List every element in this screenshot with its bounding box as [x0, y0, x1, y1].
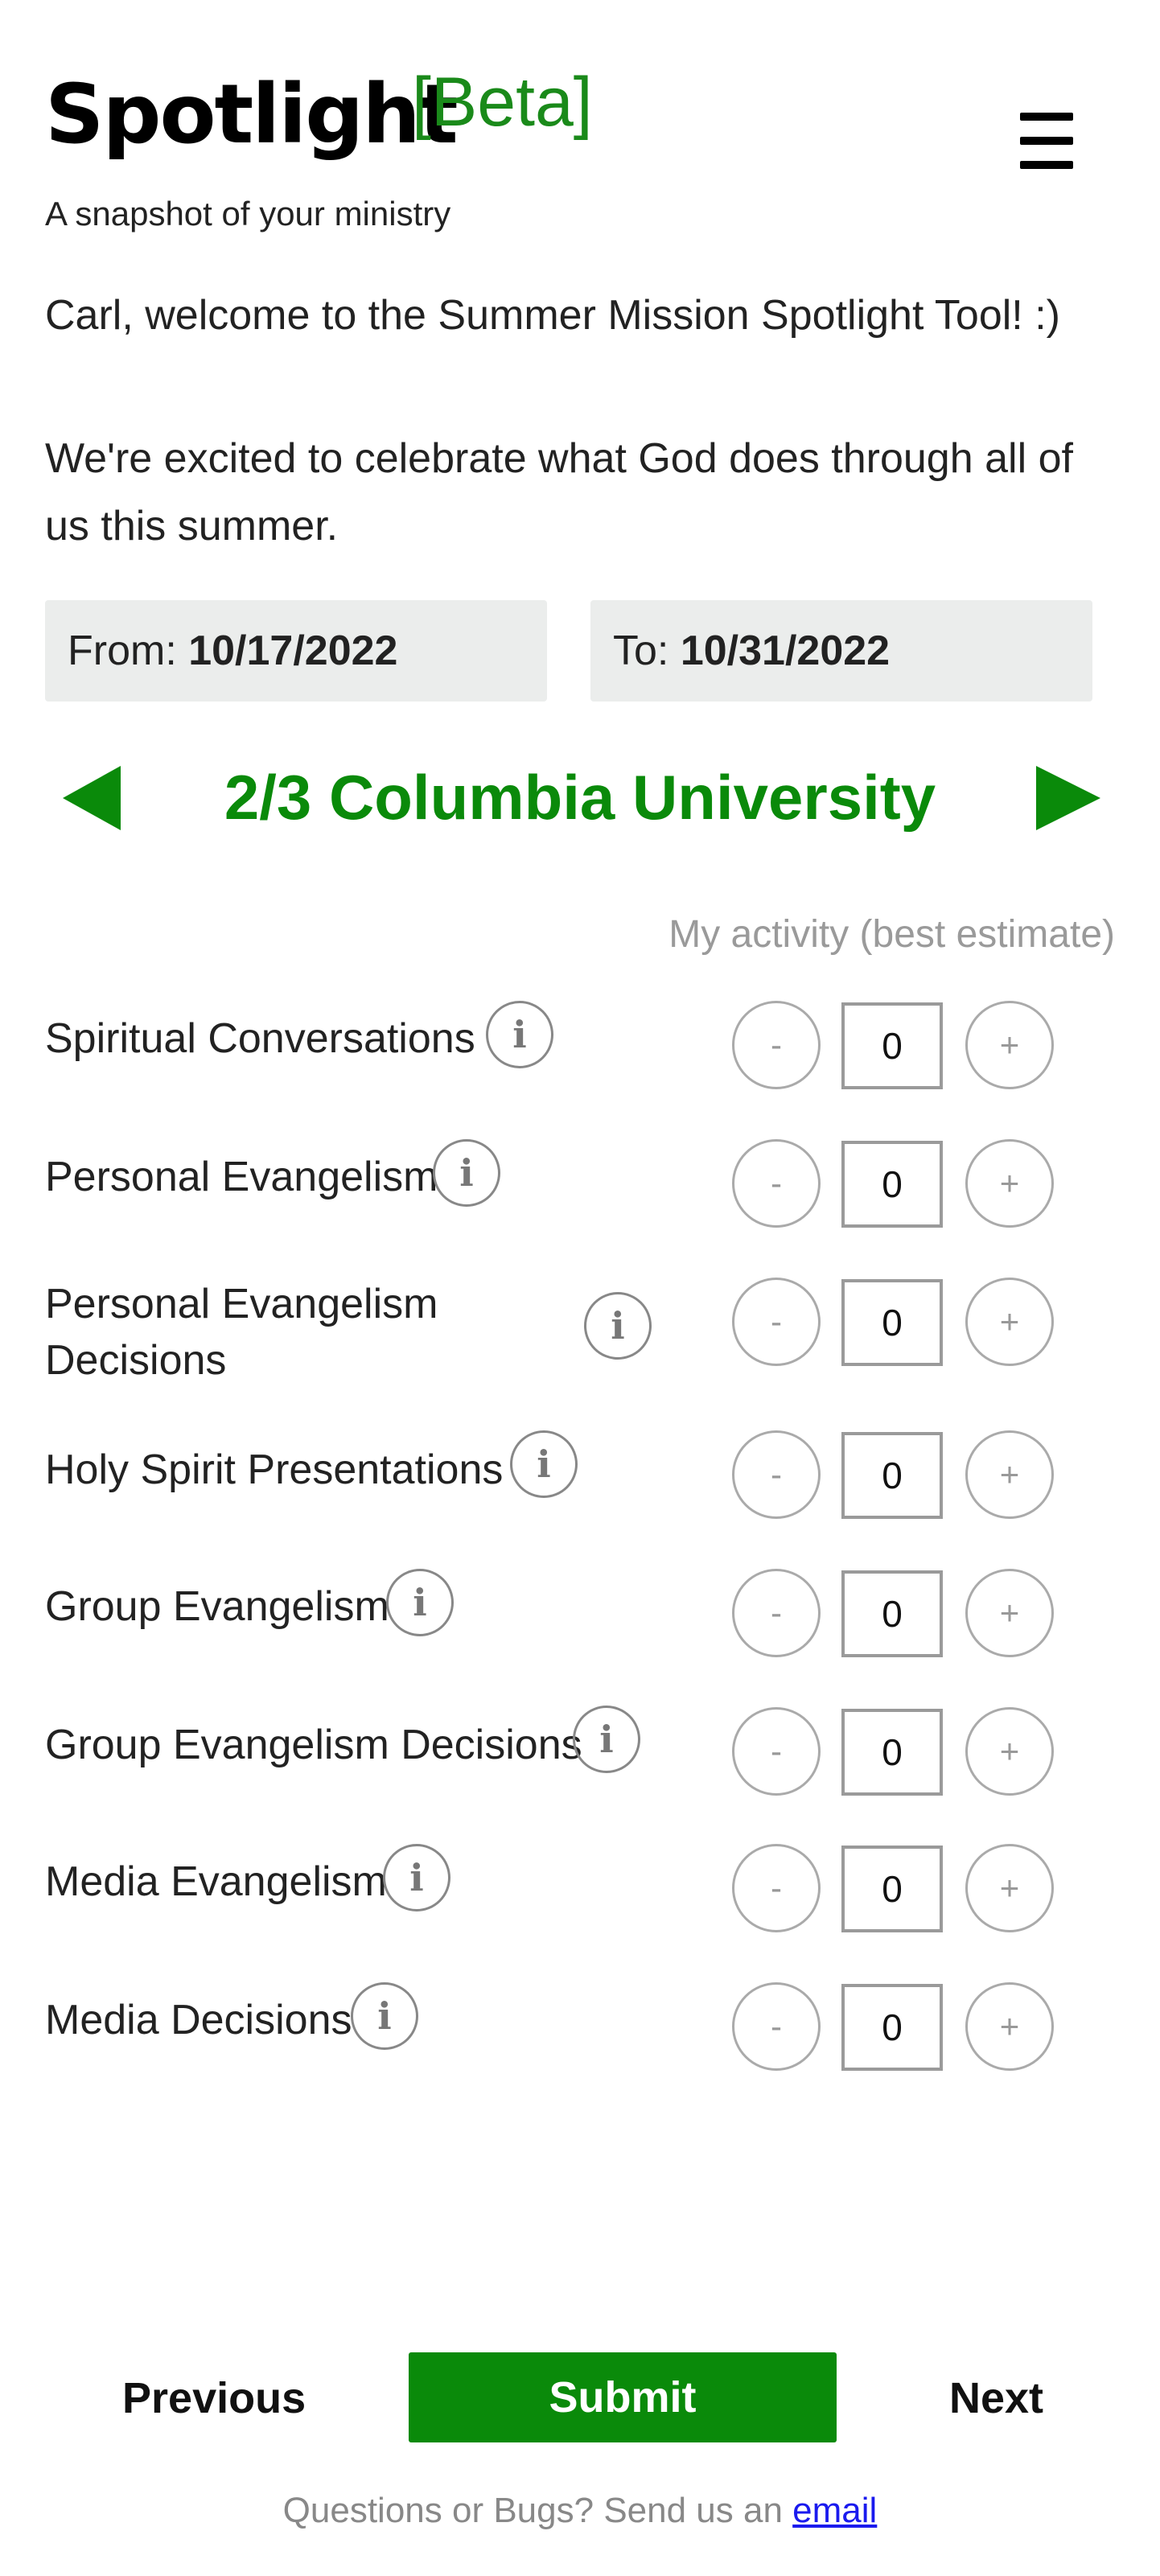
- decrement-button[interactable]: -: [732, 1982, 821, 2071]
- welcome-message: Carl, welcome to the Summer Mission Spot…: [45, 292, 1060, 339]
- intro-message: We're excited to celebrate what God does…: [45, 435, 1073, 549]
- count-input[interactable]: 0: [841, 1984, 943, 2071]
- footer-text: Questions or Bugs? Send us an: [282, 2491, 793, 2530]
- decrement-button[interactable]: -: [732, 1844, 821, 1932]
- info-icon[interactable]: i: [433, 1139, 500, 1207]
- to-date-value: 10/31/2022: [680, 628, 891, 674]
- metric-label: Group Evangelism Decisions: [45, 1722, 582, 1768]
- count-input[interactable]: 0: [841, 1709, 943, 1796]
- decrement-button[interactable]: -: [732, 1569, 821, 1657]
- activity-hint: My activity (best estimate): [668, 913, 1115, 956]
- count-input[interactable]: 0: [841, 1002, 943, 1089]
- increment-button[interactable]: +: [965, 1844, 1054, 1932]
- decrement-button[interactable]: -: [732, 1001, 821, 1089]
- decrement-button[interactable]: -: [732, 1139, 821, 1228]
- info-icon[interactable]: i: [510, 1430, 578, 1498]
- tagline: A snapshot of your ministry: [45, 195, 451, 232]
- from-date-value: 10/17/2022: [188, 628, 398, 674]
- metric-label: Media Decisions: [45, 1997, 352, 2043]
- info-icon[interactable]: i: [573, 1706, 640, 1773]
- increment-button[interactable]: +: [965, 1707, 1054, 1796]
- info-icon[interactable]: i: [351, 1982, 418, 2050]
- metric-label: Personal Evangelism: [45, 1154, 438, 1200]
- info-icon[interactable]: i: [584, 1292, 652, 1360]
- from-date-field[interactable]: From: 10/17/2022: [45, 600, 547, 702]
- email-link[interactable]: email: [792, 2491, 877, 2530]
- info-icon[interactable]: i: [386, 1569, 454, 1636]
- count-input[interactable]: 0: [841, 1432, 943, 1519]
- decrement-button[interactable]: -: [732, 1707, 821, 1796]
- info-icon[interactable]: i: [383, 1844, 450, 1911]
- count-input[interactable]: 0: [841, 1279, 943, 1366]
- count-input[interactable]: 0: [841, 1141, 943, 1228]
- metric-label: Group Evangelism: [45, 1583, 389, 1630]
- previous-button[interactable]: Previous: [122, 2373, 306, 2423]
- increment-button[interactable]: +: [965, 1139, 1054, 1228]
- from-date-label: From:: [68, 628, 177, 674]
- metric-label: Holy Spirit Presentations: [45, 1446, 504, 1493]
- brand-title: Spotlight: [45, 67, 459, 163]
- info-icon[interactable]: i: [486, 1001, 553, 1068]
- increment-button[interactable]: +: [965, 1278, 1054, 1366]
- triangle-right-icon[interactable]: [1036, 766, 1100, 830]
- increment-button[interactable]: +: [965, 1982, 1054, 2071]
- count-input[interactable]: 0: [841, 1570, 943, 1657]
- count-input[interactable]: 0: [841, 1846, 943, 1932]
- increment-button[interactable]: +: [965, 1001, 1054, 1089]
- to-date-field[interactable]: To: 10/31/2022: [590, 600, 1092, 702]
- increment-button[interactable]: +: [965, 1569, 1054, 1657]
- to-date-label: To:: [613, 628, 669, 674]
- metric-label: Media Evangelism: [45, 1858, 387, 1905]
- footer: Questions or Bugs? Send us an email: [0, 2491, 1160, 2531]
- increment-button[interactable]: +: [965, 1430, 1054, 1519]
- next-button[interactable]: Next: [949, 2373, 1043, 2423]
- metric-label: Spiritual Conversations: [45, 1015, 475, 1062]
- hamburger-menu-icon[interactable]: [1020, 113, 1073, 169]
- submit-button[interactable]: Submit: [409, 2352, 837, 2442]
- metric-label: Personal Evangelism Decisions: [45, 1281, 438, 1384]
- decrement-button[interactable]: -: [732, 1430, 821, 1519]
- decrement-button[interactable]: -: [732, 1278, 821, 1366]
- triangle-left-icon[interactable]: [63, 766, 121, 830]
- beta-label: [Beta]: [412, 64, 593, 141]
- campus-title: 2/3 Columbia University: [224, 762, 936, 833]
